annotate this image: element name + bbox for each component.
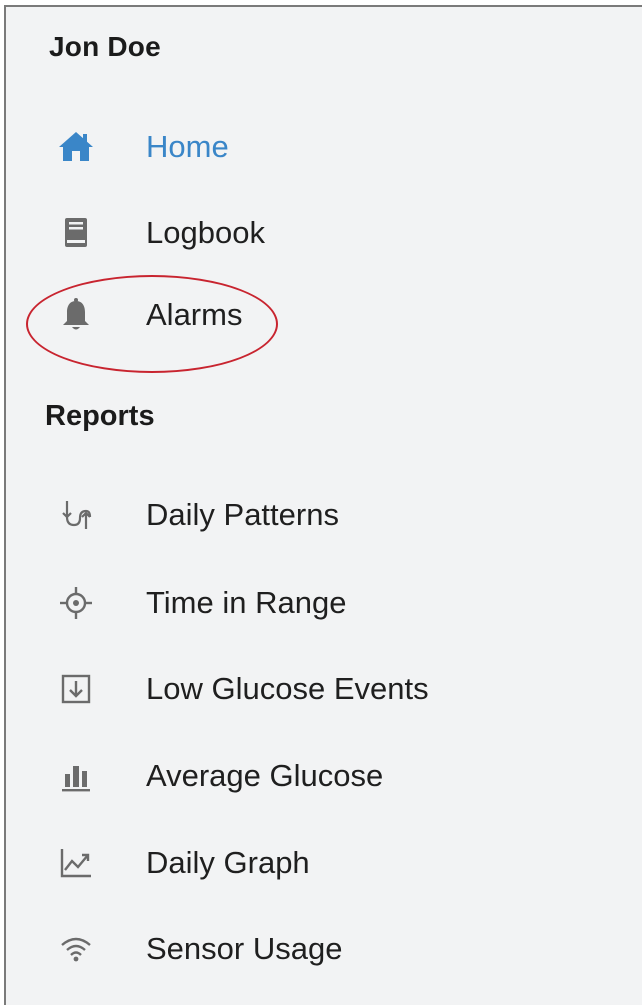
nav-item-label: Low Glucose Events	[146, 671, 429, 706]
nav-item-label: Average Glucose	[146, 758, 384, 793]
nav-item-daily-graph[interactable]: Daily Graph	[46, 833, 606, 893]
nav-item-label: Home	[146, 129, 229, 164]
nav-item-sensor-usage[interactable]: Sensor Usage	[46, 919, 606, 979]
download-box-icon	[56, 669, 96, 709]
nav-item-alarms[interactable]: Alarms	[46, 285, 606, 345]
nav-item-time-in-range[interactable]: Time in Range	[46, 573, 606, 633]
nav-item-low-glucose-events[interactable]: Low Glucose Events	[46, 659, 606, 719]
crosshair-icon	[56, 583, 96, 623]
nav-item-logbook[interactable]: Logbook	[46, 203, 606, 263]
user-name: Jon Doe	[49, 31, 161, 62]
nav-item-label: Logbook	[146, 215, 265, 250]
home-icon	[56, 127, 96, 167]
nav-item-average-glucose[interactable]: Average Glucose	[46, 746, 606, 806]
nav-item-label: Alarms	[146, 297, 243, 332]
bar-chart-icon	[56, 756, 96, 796]
reports-section-title: Reports	[45, 400, 155, 432]
nav-item-daily-patterns[interactable]: Daily Patterns	[46, 485, 606, 545]
nav-item-label: Sensor Usage	[146, 931, 343, 966]
wifi-icon	[56, 929, 96, 969]
nav-item-label: Time in Range	[146, 585, 347, 620]
bell-icon	[56, 295, 96, 335]
nav-item-label: Daily Graph	[146, 845, 310, 880]
book-icon	[56, 213, 96, 253]
nav-item-label: Daily Patterns	[146, 497, 339, 532]
daily-patterns-icon	[56, 495, 96, 535]
line-chart-icon	[56, 843, 96, 883]
nav-item-home[interactable]: Home	[46, 117, 606, 177]
navigation-drawer: Jon Doe Home Logbook Alarms Reports Dail…	[4, 5, 642, 1005]
